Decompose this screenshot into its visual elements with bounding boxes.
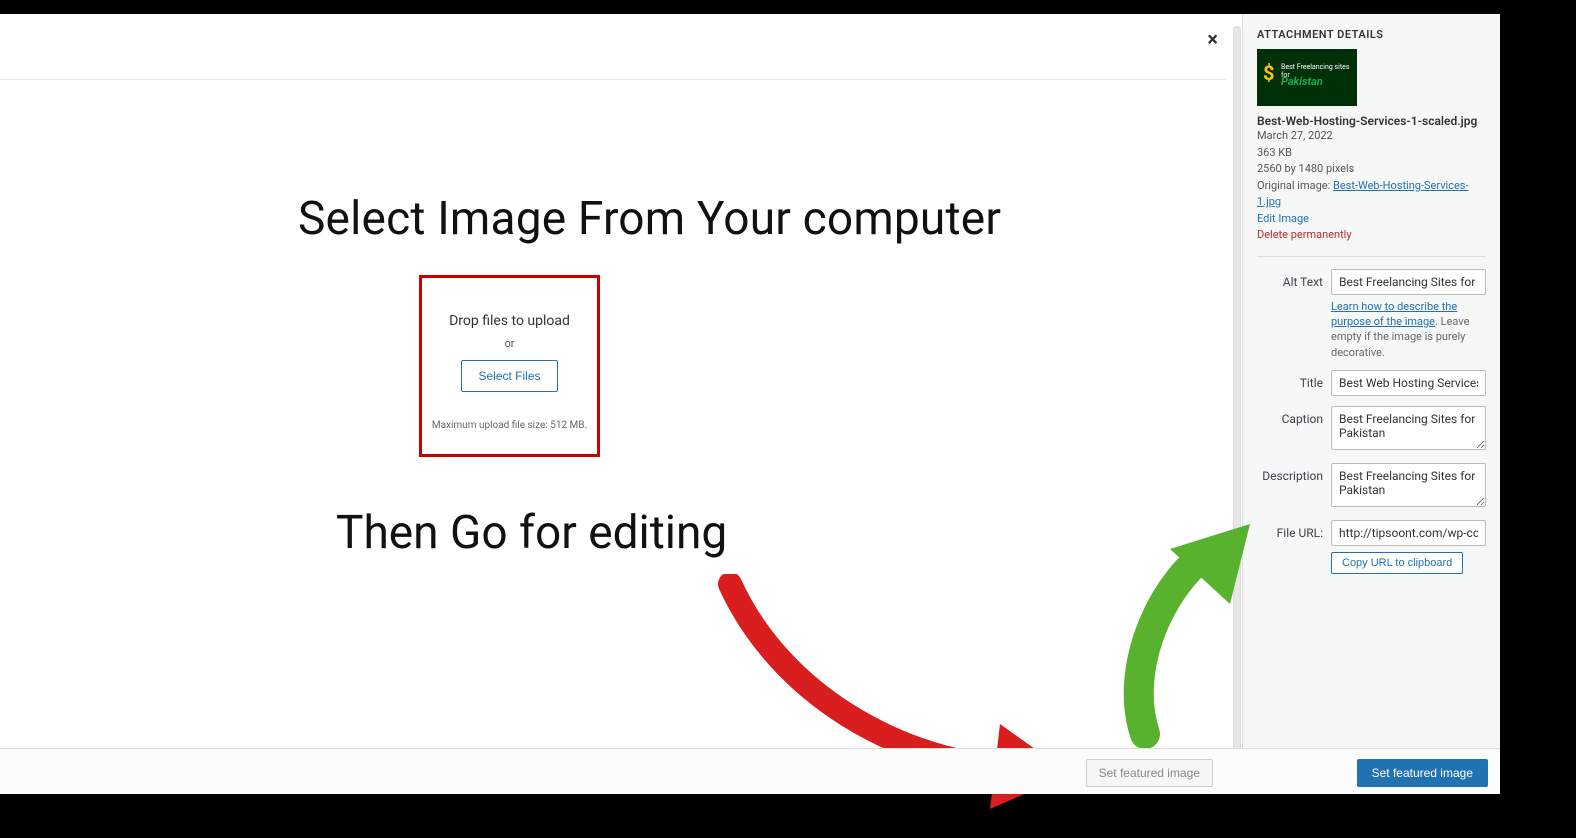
or-text: or <box>504 337 514 350</box>
set-featured-image-disabled-button[interactable]: Set featured image <box>1086 759 1213 787</box>
attachment-details-sidebar: ATTACHMENT DETAILS $ Best Freelancing si… <box>1242 14 1500 794</box>
thumb-text-2: Pakistan <box>1281 75 1323 88</box>
drop-files-text: Drop files to upload <box>449 313 570 329</box>
file-url-row: File URL: Copy URL to clipboard <box>1257 520 1486 574</box>
thumb-dollar-icon: $ <box>1263 61 1274 85</box>
modal-footer: Set featured image Set featured image <box>0 748 1500 794</box>
alt-text-help: Learn how to describe the purpose of the… <box>1331 299 1486 361</box>
file-url-input[interactable] <box>1331 520 1486 546</box>
file-url-label: File URL: <box>1257 520 1331 542</box>
alt-text-input[interactable] <box>1331 269 1486 295</box>
alt-text-row: Alt Text Learn how to describe the purpo… <box>1257 269 1486 361</box>
sidebar-title: ATTACHMENT DETAILS <box>1257 28 1486 41</box>
close-icon[interactable]: × <box>1207 27 1218 51</box>
file-size: 363 KB <box>1257 145 1486 162</box>
media-modal: × Select Image From Your computer Drop f… <box>0 14 1500 794</box>
filename-text: Best-Web-Hosting-Services-1-scaled.jpg <box>1257 114 1486 128</box>
instruction-heading-1: Select Image From Your computer <box>298 192 1001 246</box>
scrollbar-thumb[interactable] <box>1233 26 1241 751</box>
divider <box>1257 256 1486 257</box>
copy-url-button[interactable]: Copy URL to clipboard <box>1331 552 1463 574</box>
instruction-heading-2: Then Go for editing <box>336 506 727 560</box>
max-size-text: Maximum upload file size: 512 MB. <box>432 420 587 431</box>
original-image-row: Original image: Best-Web-Hosting-Service… <box>1257 178 1486 211</box>
description-label: Description <box>1257 463 1331 485</box>
caption-label: Caption <box>1257 406 1331 428</box>
upload-dropzone[interactable]: Drop files to upload or Select Files Max… <box>419 275 600 457</box>
title-label: Title <box>1257 370 1331 396</box>
caption-input[interactable]: Best Freelancing Sites for Pakistan <box>1331 406 1486 450</box>
alt-text-label: Alt Text <box>1257 269 1331 291</box>
original-image-label: Original image: <box>1257 179 1333 192</box>
title-input[interactable] <box>1331 370 1486 396</box>
attachment-thumbnail[interactable]: $ Best Freelancing sites for Pakistan <box>1257 49 1357 106</box>
description-row: Description Best Freelancing Sites for P… <box>1257 463 1486 510</box>
title-row: Title <box>1257 370 1486 396</box>
main-panel: × Select Image From Your computer Drop f… <box>0 14 1226 794</box>
caption-row: Caption Best Freelancing Sites for Pakis… <box>1257 406 1486 453</box>
set-featured-image-button[interactable]: Set featured image <box>1357 759 1488 787</box>
image-dimensions: 2560 by 1480 pixels <box>1257 161 1486 178</box>
upload-date: March 27, 2022 <box>1257 128 1486 145</box>
description-input[interactable]: Best Freelancing Sites for Pakistan <box>1331 463 1486 507</box>
delete-permanently-link[interactable]: Delete permanently <box>1257 228 1352 241</box>
select-files-button[interactable]: Select Files <box>461 360 557 392</box>
edit-image-link[interactable]: Edit Image <box>1257 212 1309 225</box>
